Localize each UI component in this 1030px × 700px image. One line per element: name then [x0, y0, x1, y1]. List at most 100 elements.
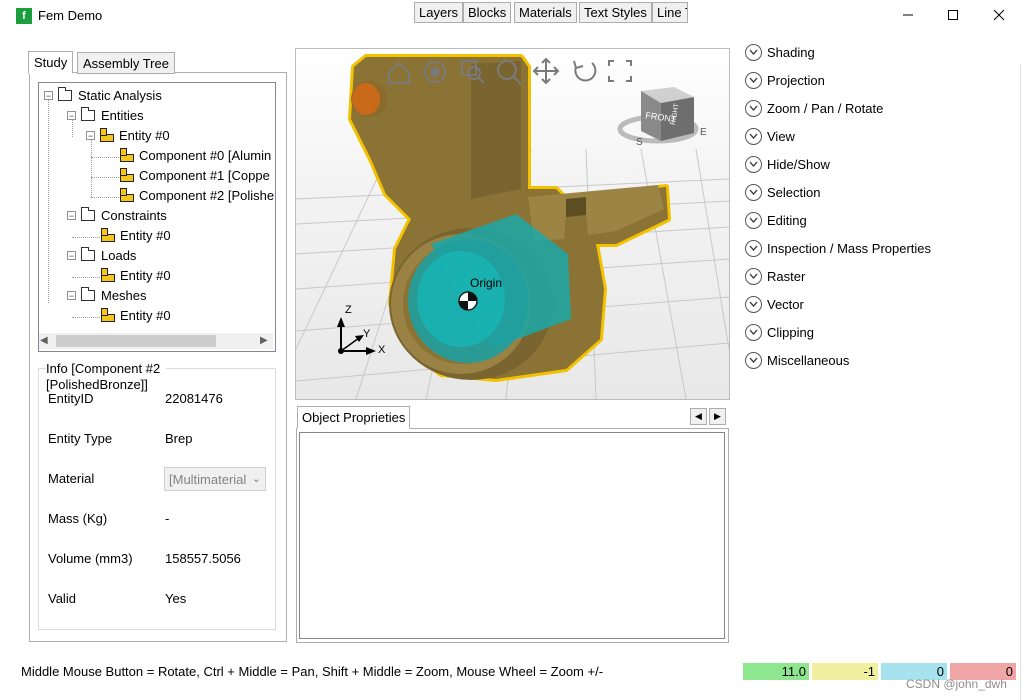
- tree-node-component-0[interactable]: Component #0 [Alumin: [120, 145, 271, 165]
- tree-node-label: Entities: [101, 107, 144, 123]
- close-icon: [993, 9, 1005, 21]
- rotate-icon[interactable]: [573, 60, 597, 82]
- section-editing[interactable]: Editing: [745, 210, 807, 230]
- material-select[interactable]: [Multimaterial ⌄: [164, 467, 266, 491]
- axis-x-label: X: [378, 344, 386, 356]
- maximize-button[interactable]: [930, 0, 976, 30]
- view-cube[interactable]: FRONT RIGHT S E: [617, 87, 707, 148]
- section-label: Raster: [767, 268, 806, 284]
- origin-label: Origin: [470, 276, 502, 290]
- tab-assembly-tree[interactable]: Assembly Tree: [77, 52, 175, 74]
- tree-node-label: Entity #0: [119, 127, 170, 143]
- section-label: Projection: [767, 72, 825, 88]
- component-icon: [101, 268, 115, 282]
- section-view[interactable]: View: [745, 126, 795, 146]
- collapse-icon[interactable]: −: [67, 210, 76, 220]
- info-value-entityid: 22081476: [165, 391, 223, 406]
- tree-line: [72, 237, 100, 238]
- info-value-valid: Yes: [165, 591, 187, 606]
- tree-node-loads-entity[interactable]: Entity #0: [101, 265, 171, 285]
- chevron-down-icon: [745, 211, 762, 229]
- section-clipping[interactable]: Clipping: [745, 322, 814, 342]
- collapse-icon[interactable]: −: [67, 110, 76, 120]
- 3d-viewport[interactable]: Origin Z X Y FRONT RIGHT S E: [295, 48, 730, 400]
- tab-blocks[interactable]: Blocks: [463, 2, 512, 23]
- tab-scroll-left-icon[interactable]: ◀: [690, 408, 707, 425]
- chevron-down-icon: ⌄: [251, 473, 261, 485]
- properties-grid[interactable]: [299, 432, 725, 639]
- scroll-right-icon[interactable]: ▶: [260, 335, 268, 346]
- tree-node-entity-0[interactable]: − Entity #0: [86, 125, 170, 145]
- close-button[interactable]: [976, 0, 1022, 30]
- chevron-down-icon: [745, 43, 762, 61]
- tree-line: [72, 317, 100, 318]
- tree-node-label: Component #0 [Alumin: [139, 147, 272, 163]
- status-hint: Middle Mouse Button = Rotate, Ctrl + Mid…: [21, 664, 604, 679]
- chevron-down-icon: [745, 323, 762, 341]
- section-projection[interactable]: Projection: [745, 70, 825, 90]
- collapse-icon[interactable]: −: [44, 90, 53, 100]
- tree-node-component-2[interactable]: Component #2 [Polishe: [120, 185, 274, 205]
- chevron-down-icon: [745, 295, 762, 313]
- scrollbar-thumb[interactable]: [56, 335, 216, 347]
- section-hide-show[interactable]: Hide/Show: [745, 154, 830, 174]
- tree-line: [91, 197, 119, 198]
- tab-scroll-right-icon[interactable]: ▶: [709, 408, 726, 425]
- section-miscellaneous[interactable]: Miscellaneous: [745, 350, 849, 370]
- section-selection[interactable]: Selection: [745, 182, 820, 202]
- status-box-2: -1: [812, 663, 878, 680]
- study-tree: − Static Analysis − Entities − Entity #0…: [38, 82, 276, 352]
- fullscreen-icon[interactable]: [608, 60, 632, 82]
- info-value-volume: 158557.5056: [165, 551, 241, 566]
- section-vector[interactable]: Vector: [745, 294, 804, 314]
- tab-line-types[interactable]: Line T: [652, 2, 688, 23]
- section-zoom-pan-rotate[interactable]: Zoom / Pan / Rotate: [745, 98, 883, 118]
- section-raster[interactable]: Raster: [745, 266, 805, 286]
- info-label-entity-type: Entity Type: [48, 431, 113, 446]
- section-label: Clipping: [767, 324, 814, 340]
- chevron-down-icon: [745, 239, 762, 257]
- tree-node-label: Component #1 [Coppe: [139, 167, 270, 183]
- tree-line: [72, 277, 100, 278]
- tab-study[interactable]: Study: [28, 51, 74, 74]
- component-icon: [120, 148, 134, 162]
- tree-node-meshes[interactable]: − Meshes: [67, 285, 147, 305]
- chevron-down-icon: [745, 127, 762, 145]
- folder-icon: [81, 246, 95, 261]
- tree-node-constraints-entity[interactable]: Entity #0: [101, 225, 171, 245]
- tree-node-label: Meshes: [101, 287, 147, 303]
- tree-node-meshes-entity[interactable]: Entity #0: [101, 305, 171, 325]
- tree-node-label: Entity #0: [120, 307, 171, 323]
- folder-icon: [81, 106, 95, 121]
- tab-object-proprieties[interactable]: Object Proprieties: [297, 406, 411, 429]
- section-label: Selection: [767, 184, 821, 200]
- tree-node-label: Entity #0: [120, 267, 171, 283]
- section-shading[interactable]: Shading: [745, 42, 815, 62]
- info-value-entity-type: Brep: [165, 431, 193, 446]
- section-inspection[interactable]: Inspection / Mass Properties: [745, 238, 931, 258]
- scroll-left-icon[interactable]: ◀: [40, 335, 48, 346]
- chevron-down-icon: [745, 183, 762, 201]
- tree-node-component-1[interactable]: Component #1 [Coppe: [120, 165, 270, 185]
- app-icon: f: [16, 8, 32, 24]
- tree-node-static-analysis[interactable]: − Static Analysis: [44, 85, 162, 105]
- tree-node-label: Constraints: [101, 207, 167, 223]
- tab-layers[interactable]: Layers: [414, 2, 464, 23]
- tab-text-styles[interactable]: Text Styles: [579, 2, 652, 23]
- pan-icon[interactable]: [532, 57, 560, 85]
- material-select-value: [Multimaterial: [169, 471, 247, 487]
- section-label: View: [767, 128, 795, 144]
- section-label: Miscellaneous: [767, 352, 850, 368]
- folder-icon: [58, 86, 72, 101]
- tree-node-constraints[interactable]: − Constraints: [67, 205, 167, 225]
- minimize-button[interactable]: [885, 0, 931, 30]
- window-title: Fem Demo: [38, 8, 103, 23]
- collapse-icon[interactable]: −: [86, 130, 95, 140]
- info-label-material: Material: [48, 471, 95, 486]
- collapse-icon[interactable]: −: [67, 250, 76, 260]
- collapse-icon[interactable]: −: [67, 290, 76, 300]
- tree-node-loads[interactable]: − Loads: [67, 245, 136, 265]
- tree-node-entities[interactable]: − Entities: [67, 105, 144, 125]
- chevron-down-icon: [745, 351, 762, 369]
- tab-materials[interactable]: Materials: [514, 2, 577, 23]
